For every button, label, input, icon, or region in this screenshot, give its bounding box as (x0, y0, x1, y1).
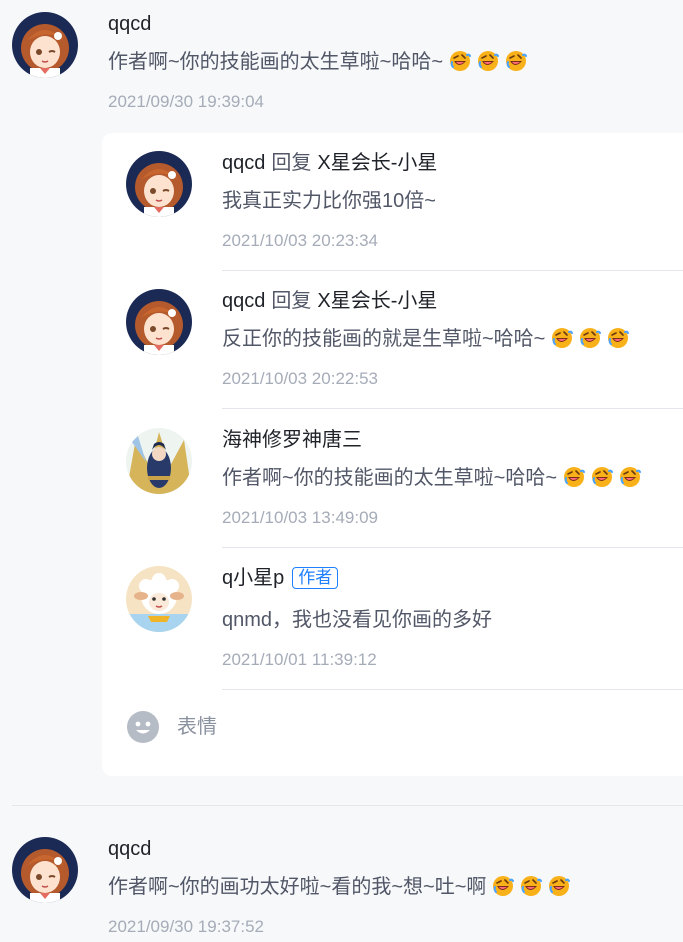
sheep-avatar-icon (126, 566, 192, 632)
comment-username[interactable]: qqcd (108, 837, 151, 861)
rofl-emoji-icon (591, 466, 613, 488)
anime-girl-avatar-icon (126, 289, 192, 355)
author-badge: 作者 (292, 567, 339, 589)
reply-text: 作者啊~你的技能画的太生草啦~哈哈~ (222, 465, 641, 491)
rofl-emoji-icon (607, 327, 629, 349)
smile-icon[interactable] (126, 710, 160, 744)
rofl-emoji-icon (520, 875, 542, 897)
reply-username[interactable]: qqcd (222, 152, 265, 174)
comment-text-body: 作者啊~你的技能画的太生草啦~哈哈~ (108, 51, 444, 73)
comment-text: 作者啊~你的技能画的太生草啦~哈哈~ (108, 49, 527, 75)
user-avatar[interactable] (12, 12, 78, 78)
reply-header: qqcd 回复 X星会长-小星 (222, 289, 437, 313)
emoji-button-label[interactable]: 表情 (177, 715, 217, 739)
reply-word: 回复 (271, 290, 312, 312)
rofl-emoji-icon (492, 875, 514, 897)
rofl-emoji-icon (551, 327, 573, 349)
anime-warrior-avatar-icon (126, 428, 192, 494)
comment-divider (12, 805, 683, 806)
comment-time: 2021/09/30 19:37:52 (108, 917, 264, 936)
anime-girl-avatar-icon (126, 151, 192, 217)
comment-text: 作者啊~你的画功太好啦~看的我~想~吐~啊 (108, 874, 570, 900)
reply-avatar[interactable] (126, 566, 192, 632)
reply-header: qqcd 回复 X星会长-小星 (222, 151, 437, 175)
reply-text: 反正你的技能画的就是生草啦~哈哈~ (222, 326, 629, 352)
reply-time: 2021/10/03 20:23:34 (222, 231, 378, 250)
rofl-emoji-icon (563, 466, 585, 488)
reply-username[interactable]: q小星p (222, 567, 284, 589)
reply-time: 2021/10/03 20:22:53 (222, 369, 378, 388)
reply-avatar[interactable] (126, 428, 192, 494)
comment-username[interactable]: qqcd (108, 12, 151, 36)
reply-text-body: 作者啊~你的技能画的太生草啦~哈哈~ (222, 467, 558, 489)
reply-divider (222, 547, 683, 548)
rofl-emoji-icon (548, 875, 570, 897)
rofl-emoji-icon (449, 50, 471, 72)
anime-girl-avatar-icon (12, 12, 78, 78)
reply-divider (222, 408, 683, 409)
reply-header: q小星p 作者 (222, 566, 339, 590)
reply-time: 2021/10/01 11:39:12 (222, 650, 377, 669)
reply-divider (222, 689, 683, 690)
rofl-emoji-icon (619, 466, 641, 488)
anime-girl-avatar-icon (12, 837, 78, 903)
reply-avatar[interactable] (126, 289, 192, 355)
rofl-emoji-icon (579, 327, 601, 349)
rofl-emoji-icon (477, 50, 499, 72)
comment-text-body: 作者啊~你的画功太好啦~看的我~想~吐~啊 (108, 876, 487, 898)
reply-username[interactable]: 海神修罗神唐三 (222, 428, 362, 452)
comment-thread: qqcd 作者啊~你的技能画的太生草啦~哈哈~ 2021/09/30 19:39… (0, 0, 683, 942)
reply-time: 2021/10/03 13:49:09 (222, 508, 378, 527)
reply-avatar[interactable] (126, 151, 192, 217)
reply-to-username[interactable]: X星会长-小星 (317, 152, 437, 174)
user-avatar[interactable] (12, 837, 78, 903)
reply-text: qnmd，我也没看见你画的多好 (222, 609, 493, 631)
reply-to-username[interactable]: X星会长-小星 (317, 290, 437, 312)
reply-divider (222, 270, 683, 271)
reply-word: 回复 (271, 152, 312, 174)
rofl-emoji-icon (505, 50, 527, 72)
reply-username[interactable]: qqcd (222, 290, 265, 312)
reply-text: 我真正实力比你强10倍~ (222, 190, 436, 212)
reply-text-body: 反正你的技能画的就是生草啦~哈哈~ (222, 328, 546, 350)
comment-time: 2021/09/30 19:39:04 (108, 92, 264, 111)
